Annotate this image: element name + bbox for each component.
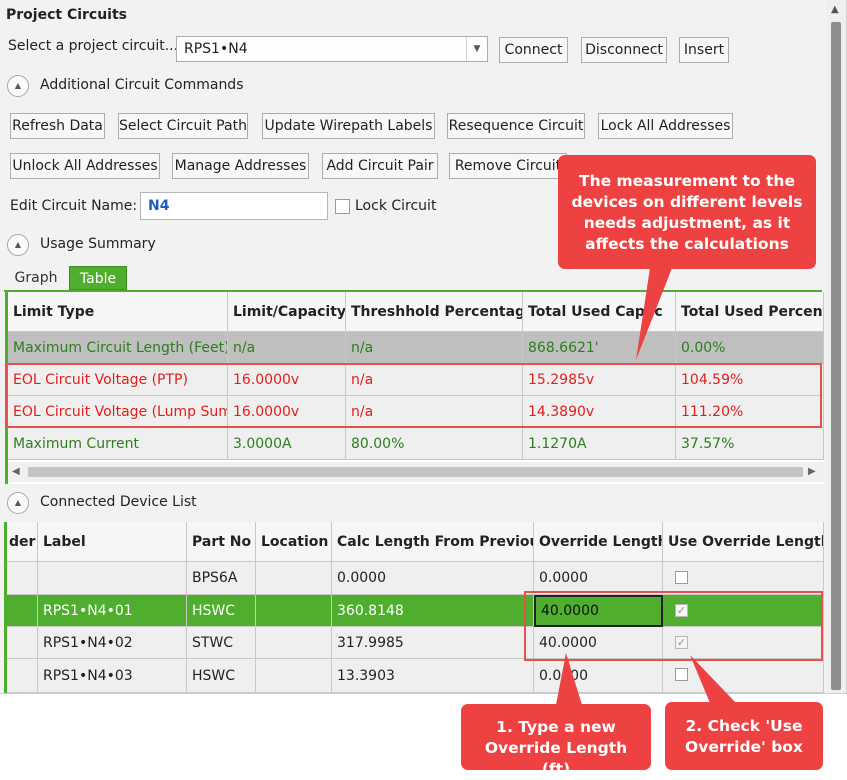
callout-arrow-measurement xyxy=(636,268,672,360)
callout-step2: 2. Check 'Use Override' box xyxy=(665,702,823,770)
callout-measurement: The measurement to the devices on differ… xyxy=(558,155,816,269)
callout-arrow-step1 xyxy=(556,653,582,705)
callout-step1: 1. Type a new Override Length (ft) xyxy=(461,704,651,778)
callout-arrow-step2 xyxy=(690,655,736,703)
callout-arrows xyxy=(556,268,736,705)
